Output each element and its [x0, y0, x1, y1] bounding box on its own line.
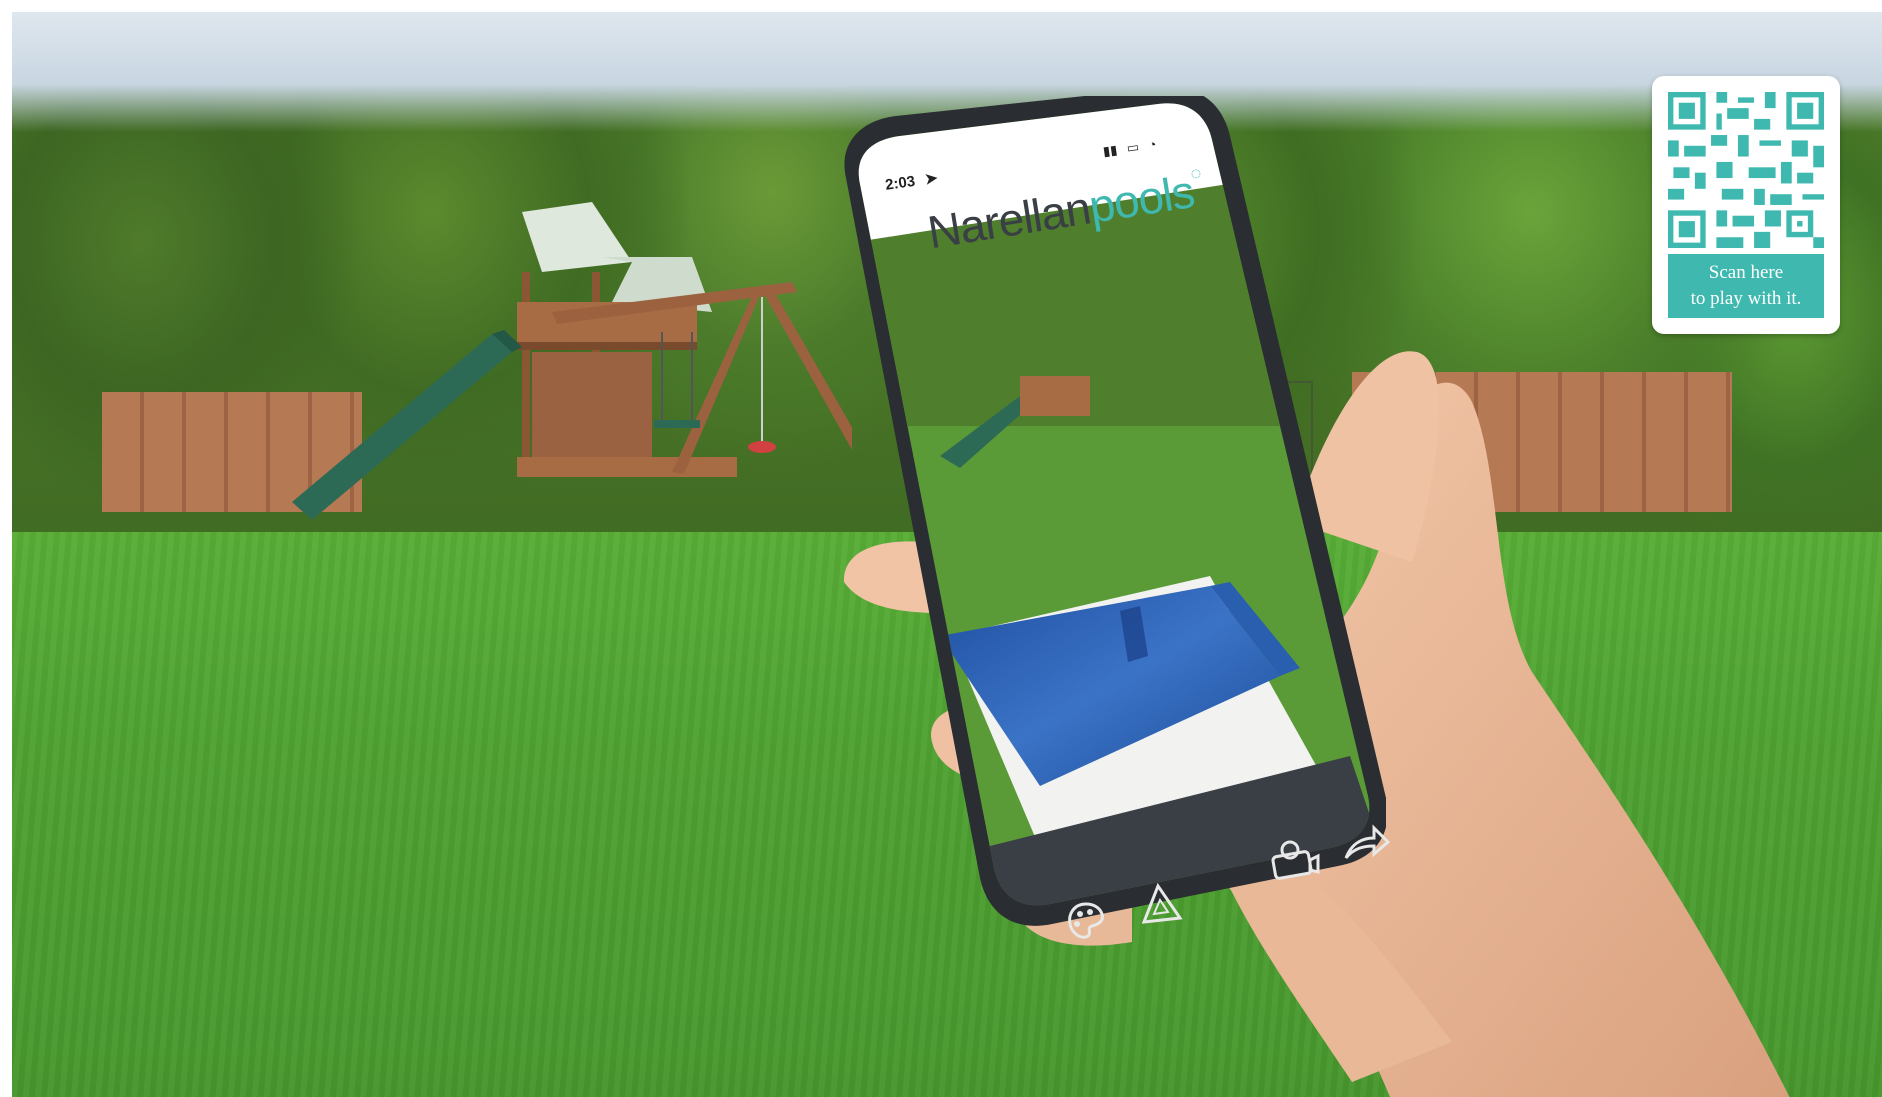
qr-card[interactable]: Scan here to play with it. [1652, 76, 1840, 334]
share-icon[interactable] [1342, 824, 1390, 864]
backyard-photo: 2:03 ➤ ▮▮ ▭ ◔ Narellanpools◌ Scan here t… [12, 12, 1882, 1097]
palette-icon[interactable] [1064, 900, 1108, 944]
qr-label-line1: Scan here [1708, 262, 1784, 283]
qr-label-line2: to play with it. [1690, 288, 1802, 309]
battery-icon: ▭ [1125, 138, 1140, 156]
ruler-triangle-icon[interactable] [1138, 882, 1186, 926]
location-arrow-icon: ➤ [923, 169, 939, 189]
camera-icon[interactable] [1268, 838, 1320, 884]
qr-code-icon[interactable] [1668, 92, 1824, 248]
playset-left [292, 202, 852, 520]
qr-label: Scan here to play with it. [1668, 254, 1824, 318]
signal-icon: ▮▮ [1102, 142, 1119, 159]
